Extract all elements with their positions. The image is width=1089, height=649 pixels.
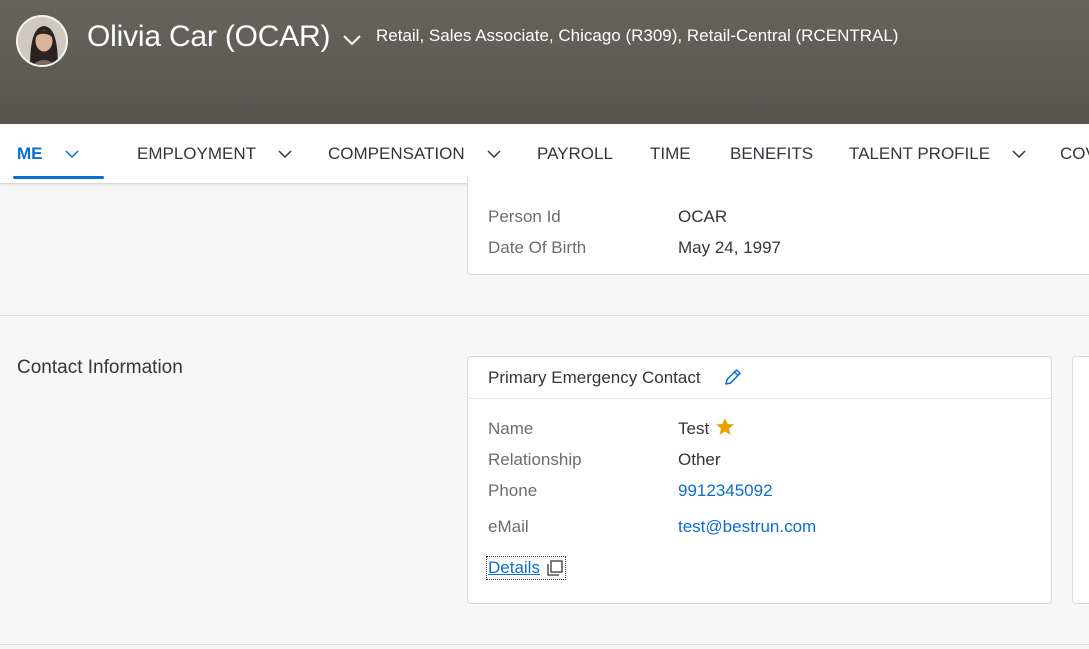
date-of-birth-value: May 24, 1997 — [678, 238, 782, 257]
main-nav: ME EMPLOYMENT COMPENSATION PAYROLL TIME … — [0, 124, 1089, 184]
copy-icon — [547, 560, 563, 576]
emergency-contact-card: Primary Emergency Contact Name Test Rela… — [467, 356, 1052, 604]
contact-card-partial — [1072, 356, 1089, 604]
employee-job-info: Retail, Sales Associate, Chicago (R309),… — [376, 26, 899, 45]
chevron-down-icon[interactable] — [1012, 149, 1026, 158]
field-label: eMail — [488, 517, 529, 536]
tab-label: BENEFITS — [730, 143, 814, 163]
tab-label: EMPLOYMENT — [137, 143, 257, 163]
relationship-value: Other — [678, 450, 721, 469]
tab-label: TIME — [650, 143, 691, 163]
tab-talent-profile[interactable]: TALENT PROFILE — [849, 124, 1026, 183]
tab-label: COV — [1060, 143, 1089, 163]
tab-time[interactable]: TIME — [650, 124, 691, 183]
chevron-down-icon[interactable] — [64, 149, 79, 158]
phone-link[interactable]: 9912345092 — [678, 481, 773, 501]
tab-label: PAYROLL — [537, 143, 613, 163]
employee-name-dropdown[interactable]: Olivia Car (OCAR) — [87, 18, 362, 56]
field-label: Name — [488, 419, 534, 438]
employee-name: Olivia Car (OCAR) — [87, 20, 331, 53]
chevron-down-icon[interactable] — [278, 149, 292, 158]
section-divider — [0, 315, 1089, 316]
tab-me[interactable]: ME — [17, 124, 79, 183]
details-link[interactable]: Details — [486, 556, 566, 580]
tab-compensation[interactable]: COMPENSATION — [328, 124, 501, 183]
card-header-divider — [468, 398, 1051, 399]
details-label: Details — [488, 558, 540, 577]
card-title: Primary Emergency Contact — [488, 368, 701, 387]
avatar-image — [18, 17, 66, 65]
personal-info-card: Person Id OCAR Date Of Birth May 24, 199… — [467, 176, 1089, 275]
field-label: Relationship — [488, 450, 582, 469]
chevron-down-icon[interactable] — [487, 149, 501, 158]
active-tab-indicator — [13, 176, 104, 179]
star-icon — [716, 418, 734, 435]
pencil-icon[interactable] — [723, 367, 743, 387]
avatar[interactable] — [16, 15, 68, 67]
profile-header: Olivia Car (OCAR) Retail, Sales Associat… — [0, 0, 1089, 124]
tab-benefits[interactable]: BENEFITS — [730, 124, 813, 183]
field-label: Phone — [488, 481, 538, 500]
field-label: Date Of Birth — [488, 238, 587, 257]
section-title: Contact Information — [17, 357, 183, 378]
tab-employment[interactable]: EMPLOYMENT — [137, 124, 292, 183]
tab-cov[interactable]: COV — [1060, 124, 1089, 183]
tab-label: ME — [17, 143, 43, 163]
tab-label: COMPENSATION — [328, 143, 465, 163]
chevron-down-icon — [343, 35, 361, 46]
person-id-value: OCAR — [678, 207, 728, 226]
tab-label: TALENT PROFILE — [849, 143, 991, 163]
tab-payroll[interactable]: PAYROLL — [537, 124, 613, 183]
section-divider — [0, 644, 1089, 645]
contact-name-value: Test — [678, 419, 710, 438]
email-link[interactable]: test@bestrun.com — [678, 517, 816, 537]
field-label: Person Id — [488, 207, 561, 226]
